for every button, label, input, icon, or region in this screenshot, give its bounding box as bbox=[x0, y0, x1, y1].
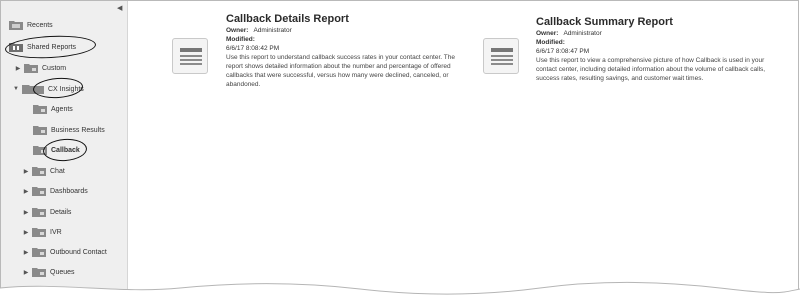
shared-folder-icon bbox=[9, 42, 23, 52]
sidebar-item-ivr[interactable]: ▶ IVR bbox=[23, 225, 62, 239]
sidebar-item-label: Shared Reports bbox=[27, 43, 77, 51]
sidebar-item-recents[interactable]: Recents bbox=[9, 18, 53, 32]
expand-arrow-icon[interactable]: ▶ bbox=[23, 209, 29, 216]
folder-icon bbox=[32, 207, 46, 217]
folder-open-icon bbox=[22, 84, 44, 94]
sidebar-item-label: Chat bbox=[50, 167, 65, 175]
sidebar-item-label: Outbound Contact bbox=[50, 248, 107, 256]
owner-label: Owner: bbox=[226, 27, 249, 34]
collapse-sidebar-icon[interactable]: ◀ bbox=[117, 4, 122, 12]
folder-icon bbox=[32, 247, 46, 257]
sidebar-item-label: Recents bbox=[27, 21, 53, 29]
report-modified-date: 6/6/17 8:08:42 PM bbox=[226, 45, 280, 52]
recents-folder-icon bbox=[9, 20, 23, 30]
owner-value: Administrator bbox=[253, 27, 292, 34]
sidebar-item-label: Custom bbox=[42, 64, 67, 72]
sidebar-item-shared-reports[interactable]: Shared Reports bbox=[9, 40, 76, 54]
collapse-arrow-icon[interactable]: ▼ bbox=[13, 86, 19, 92]
sidebar-item-details[interactable]: ▶ Details bbox=[23, 205, 71, 219]
sidebar-item-queues[interactable]: ▶ Queues bbox=[23, 265, 75, 279]
expand-arrow-icon[interactable]: ▶ bbox=[23, 229, 29, 236]
owner-label: Owner: bbox=[536, 30, 559, 37]
sidebar-item-label: Dashboards bbox=[50, 187, 88, 195]
sidebar-item-agents[interactable]: Agents bbox=[33, 102, 73, 116]
expand-arrow-icon[interactable]: ▶ bbox=[23, 249, 29, 256]
folder-icon bbox=[32, 227, 46, 237]
expand-arrow-icon[interactable]: ▶ bbox=[23, 269, 29, 276]
report-modified-label: Modified: bbox=[226, 36, 255, 43]
report-modified-date: 6/6/17 8:08:47 PM bbox=[536, 48, 590, 55]
sidebar-tree: ◀ Recents Shared Reports ▶ Custom ▼ CX I… bbox=[1, 1, 128, 303]
report-description: Use this report to view a comprehensive … bbox=[536, 57, 766, 82]
sidebar-item-chat[interactable]: ▶ Chat bbox=[23, 164, 65, 178]
owner-value: Administrator bbox=[563, 30, 602, 37]
sidebar-item-business-results[interactable]: Business Results bbox=[33, 123, 105, 137]
sidebar-item-callback[interactable]: Callback bbox=[33, 143, 80, 157]
expand-arrow-icon[interactable]: ▶ bbox=[23, 168, 29, 175]
report-modified-label: Modified: bbox=[536, 39, 565, 46]
report-table-icon[interactable] bbox=[483, 38, 519, 74]
report-description: Use this report to understand callback s… bbox=[226, 54, 455, 88]
sidebar-item-custom[interactable]: ▶ Custom bbox=[15, 61, 66, 75]
sidebar-item-label: Callback bbox=[51, 146, 80, 154]
sidebar-item-outbound-contact[interactable]: ▶ Outbound Contact bbox=[23, 245, 107, 259]
sidebar-item-label: Business Results bbox=[51, 126, 105, 134]
folder-icon bbox=[33, 104, 47, 114]
folder-icon bbox=[32, 186, 46, 196]
report-title[interactable]: Callback Details Report bbox=[226, 13, 349, 25]
torn-edge bbox=[0, 281, 800, 305]
folder-icon bbox=[33, 125, 47, 135]
sidebar-item-cx-insights[interactable]: ▼ CX Insights bbox=[13, 82, 84, 96]
report-owner: Owner: Administrator bbox=[536, 30, 602, 37]
sidebar-item-label: Queues bbox=[50, 268, 75, 276]
folder-icon bbox=[24, 63, 38, 73]
sidebar-item-label: Details bbox=[50, 208, 72, 216]
sidebar-item-label: CX Insights bbox=[48, 85, 84, 93]
expand-arrow-icon[interactable]: ▶ bbox=[23, 188, 29, 195]
sidebar-item-dashboards[interactable]: ▶ Dashboards bbox=[23, 184, 88, 198]
report-owner: Owner: Administrator bbox=[226, 27, 292, 34]
sidebar-item-label: IVR bbox=[50, 228, 62, 236]
folder-icon bbox=[32, 267, 46, 277]
folder-icon bbox=[33, 145, 47, 155]
sidebar-item-label: Agents bbox=[51, 105, 73, 113]
report-table-icon[interactable] bbox=[172, 38, 208, 74]
report-title[interactable]: Callback Summary Report bbox=[536, 16, 673, 28]
folder-icon bbox=[32, 166, 46, 176]
expand-arrow-icon[interactable]: ▶ bbox=[15, 65, 21, 72]
